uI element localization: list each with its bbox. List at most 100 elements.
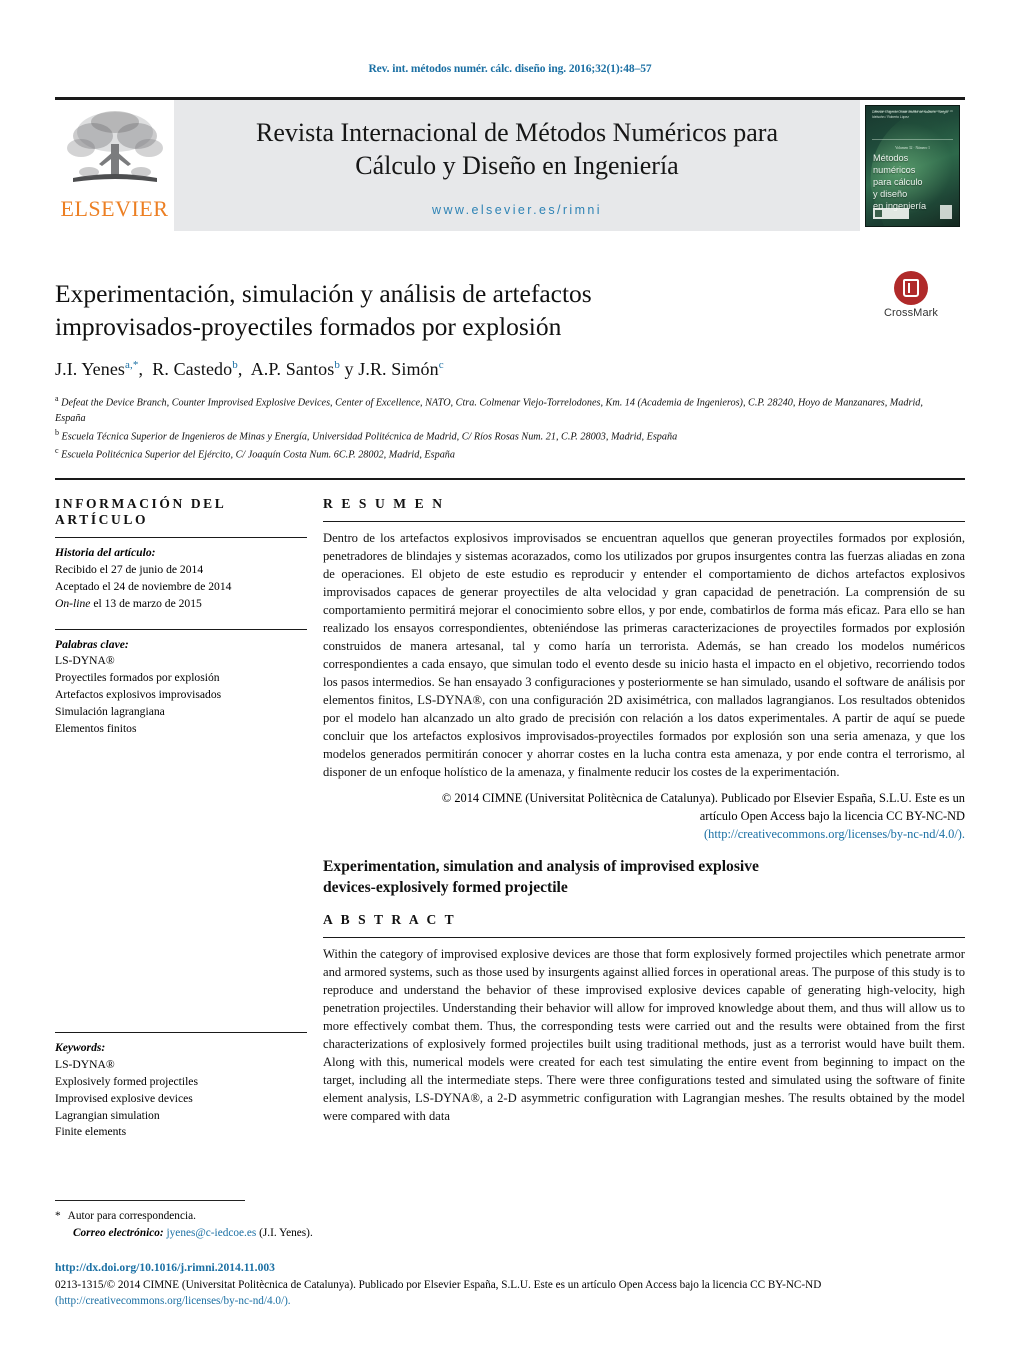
email-link[interactable]: jyenes@c-iedcoe.es [167,1227,257,1239]
article-info-heading: INFORMACIÓN DEL ARTÍCULO [55,496,226,528]
abstract-divider [323,937,965,939]
issn-copyright: 0213-1315/© 2014 CIMNE (Universitat Poli… [55,1277,965,1309]
asterisk-icon: * [55,1209,61,1222]
english-title: Experimentation, simulation and analysis… [323,857,965,898]
cover-publisher-logo [873,207,909,219]
resumen-copyright-line-1: © 2014 CIMNE (Universitat Politècnica de… [441,791,965,806]
english-title-line-1: Experimentation, simulation and analysis… [323,858,759,876]
issn-text: 0213-1315/© 2014 CIMNE (Universitat Poli… [55,1278,822,1291]
author-3[interactable]: A.P. Santosb [251,359,340,379]
abstract-column: R E S U M E N Dentro de los artefactos e… [323,496,965,1141]
cover-title-line-2: numéricos [873,164,916,175]
issn-license-link[interactable]: (http://creativecommons.org/licenses/by-… [55,1295,291,1307]
cover-image: Revista Internacional de Métodos Numéric… [865,104,960,227]
author-3-name: A.P. Santos [250,359,335,380]
journal-banner: Revista Internacional de Métodos Numéric… [174,100,860,231]
journal-title-line-1: Revista Internacional de Métodos Numéric… [256,118,778,147]
email-owner: (J.I. Yenes). [259,1227,313,1240]
journal-title: Revista Internacional de Métodos Numéric… [256,116,778,183]
author-3-marks: b [334,359,340,372]
keywords-en: Keywords: LS-DYNA® Explosively formed pr… [55,1040,307,1141]
publisher-logo: ELSEVIER [55,100,174,231]
article-info-column: INFORMACIÓN DEL ARTÍCULO Historia del ar… [55,496,323,1141]
corresponding-author-note: * Autor para correspondencia. Correo elec… [55,1208,965,1243]
author-1[interactable]: J.I. Yenesa,* [55,359,138,379]
keywords-es-label: Palabras clave: [55,637,129,651]
keyword-es-1: LS-DYNA® [55,654,115,668]
article-title-line-1: Experimentación, simulación y análisis d… [55,279,592,308]
affiliation-a: a Defeat the Device Branch, Counter Impr… [55,393,955,426]
cover-subtitle: Volumen 32 · Número 1 [895,145,930,150]
keyword-en-4: Lagrangian simulation [55,1108,160,1122]
email-line: Correo electrónico: jyenes@c-iedcoe.es (… [55,1225,965,1243]
cover-title-line-3: para cálculo [873,176,923,187]
journal-cover-thumbnail: Revista Internacional de Métodos Numéric… [860,100,965,231]
keywords-es: Palabras clave: LS-DYNA® Proyectiles for… [55,637,307,738]
author-2-name: R. Castedo [152,359,233,380]
keywords-en-label: Keywords: [55,1041,106,1055]
crossmark-label: CrossMark [883,307,939,319]
english-title-line-2: devices-explosively formed projectile [323,878,568,896]
author-1-marks: a,* [125,359,139,372]
header-divider [55,478,965,481]
history-online-prefix: On-line [55,596,91,610]
running-citation: Rev. int. métodos numér. cálc. diseño in… [368,63,652,75]
affiliation-b-mark: b [55,427,59,437]
abstract-columns: INFORMACIÓN DEL ARTÍCULO Historia del ar… [55,496,965,1141]
journal-masthead: ELSEVIER Revista Internacional de Método… [55,97,965,231]
resumen-copyright: © 2014 CIMNE (Universitat Politècnica de… [323,790,965,843]
affiliation-c-text: Escuela Politécnica Superior del Ejércit… [61,448,455,460]
keyword-es-4: Simulación lagrangiana [55,704,165,718]
column-spacer [55,737,307,1023]
resumen-divider [323,521,965,523]
elsevier-wordmark: ELSEVIER [60,196,169,221]
author-4-name: J.R. Simón [358,359,439,380]
abstract-body: Within the category of improvised explos… [323,947,965,1124]
keywords-divider [55,628,307,630]
keyword-en-1: LS-DYNA® [55,1058,115,1072]
cover-title-line-1: Métodos [873,152,909,163]
resumen-body: Dentro de los artefactos explosivos impr… [323,531,965,780]
affiliation-c-mark: c [55,445,59,455]
abstract-heading: A B S T R A C T [323,912,457,928]
affiliation-a-text: Defeat the Device Branch, Counter Improv… [55,397,923,425]
history-online: On-line el 13 de marzo de 2015 [55,596,307,613]
keyword-es-2: Proyectiles formados por explosión [55,671,220,685]
author-2-marks: b [232,359,238,372]
resumen-heading: R E S U M E N [323,496,445,512]
doi-link[interactable]: http://dx.doi.org/10.1016/j.rimni.2014.1… [55,1261,965,1274]
author-conjunction: y [344,359,359,380]
author-1-name: J.I. Yenes [55,359,126,380]
affiliation-b-text: Escuela Técnica Superior de Ingenieros d… [61,431,678,443]
history-online-text: el 13 de marzo de 2015 [90,596,202,610]
page-footer: * Autor para correspondencia. Correo elec… [55,1199,965,1309]
keywords-en-divider [55,1032,307,1034]
keyword-es-5: Elementos finitos [55,721,137,735]
article-first-page: Rev. int. métodos numér. cálc. diseño in… [0,0,1020,1351]
affiliation-b: b Escuela Técnica Superior de Ingenieros… [55,427,955,445]
crossmark-button[interactable]: CrossMark [857,271,965,319]
resumen-license-link[interactable]: (http://creativecommons.org/licenses/by-… [323,826,965,844]
journal-homepage-link[interactable]: www.elsevier.es/rimni [174,203,860,217]
cover-editor-note: Director: Eugenio Oñate Ibáñez de Navarr… [872,109,948,119]
cover-badge [940,204,952,219]
history-accepted: Aceptado el 24 de noviembre de 2014 [55,580,232,594]
corresponding-line: * Autor para correspondencia. [55,1208,965,1226]
author-2[interactable]: R. Castedob [152,359,238,379]
keyword-en-5: Finite elements [55,1125,127,1139]
crossmark-icon [894,271,928,305]
article-info-divider [55,537,307,539]
article-history: Historia del artículo: Recibido el 27 de… [55,545,307,612]
cover-title-line-4: y diseño [873,188,908,199]
affiliation-a-mark: a [55,394,59,404]
author-4-marks: c [438,359,444,372]
journal-title-line-2: Cálculo y Diseño en Ingeniería [355,151,679,181]
author-4[interactable]: J.R. Simónc [358,359,444,379]
article-history-label: Historia del artículo: [55,546,156,560]
author-list: J.I. Yenesa,*, R. Castedob, A.P. Santosb… [55,359,444,380]
article-title-line-2: improvisados-proyectiles formados por ex… [55,312,562,342]
footnote-divider [55,1199,245,1201]
cover-title: Métodos numéricos para cálculo y diseño … [873,152,951,213]
corresponding-text: Autor para correspondencia. [67,1209,196,1222]
elsevier-tree-icon [66,111,163,182]
